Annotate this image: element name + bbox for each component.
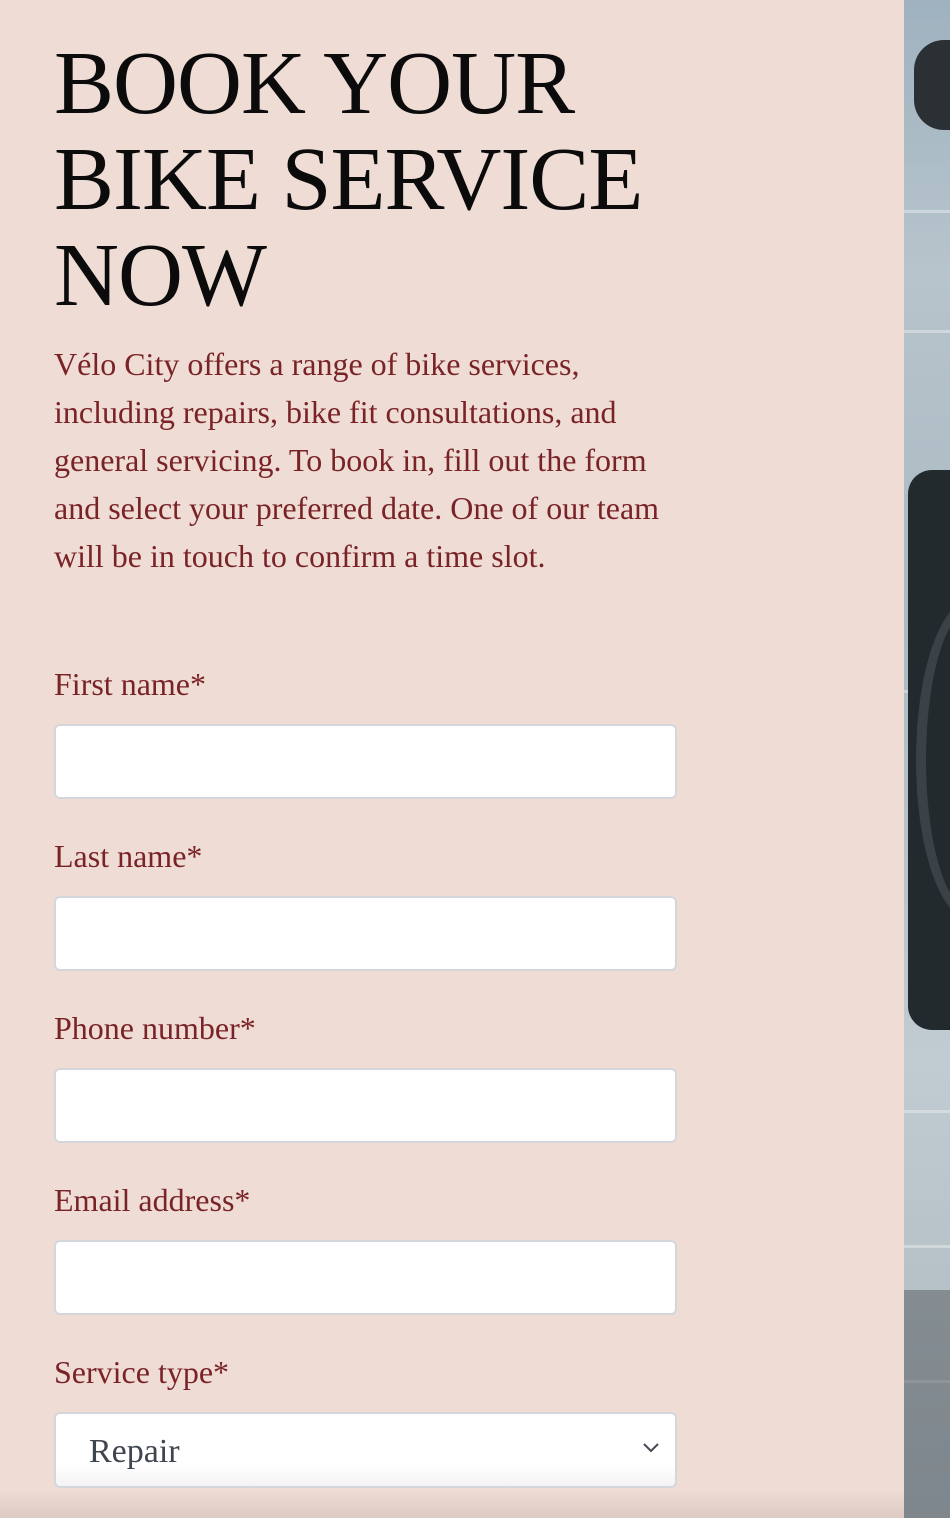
service-type-selected-value: Repair — [89, 1433, 180, 1470]
booking-form-panel: BOOK YOUR BIKE SERVICE NOW Vélo City off… — [0, 0, 904, 1518]
first-name-label: First name* — [54, 666, 206, 702]
email-address-label: Email address* — [54, 1182, 251, 1218]
phone-number-label: Phone number* — [54, 1010, 256, 1046]
page-title: BOOK YOUR BIKE SERVICE NOW — [54, 34, 643, 325]
service-type-select[interactable]: Repair — [54, 1412, 677, 1488]
chevron-down-icon — [639, 1436, 663, 1460]
first-name-field[interactable] — [54, 724, 677, 799]
phone-number-field[interactable] — [54, 1068, 677, 1143]
email-address-field[interactable] — [54, 1240, 677, 1315]
last-name-field[interactable] — [54, 896, 677, 971]
service-type-label: Service type* — [54, 1354, 230, 1390]
intro-text: Vélo City offers a range of bike service… — [54, 346, 660, 574]
bike-photo — [904, 0, 950, 1518]
bottom-shadow — [0, 1490, 904, 1518]
last-name-label: Last name* — [54, 838, 203, 874]
